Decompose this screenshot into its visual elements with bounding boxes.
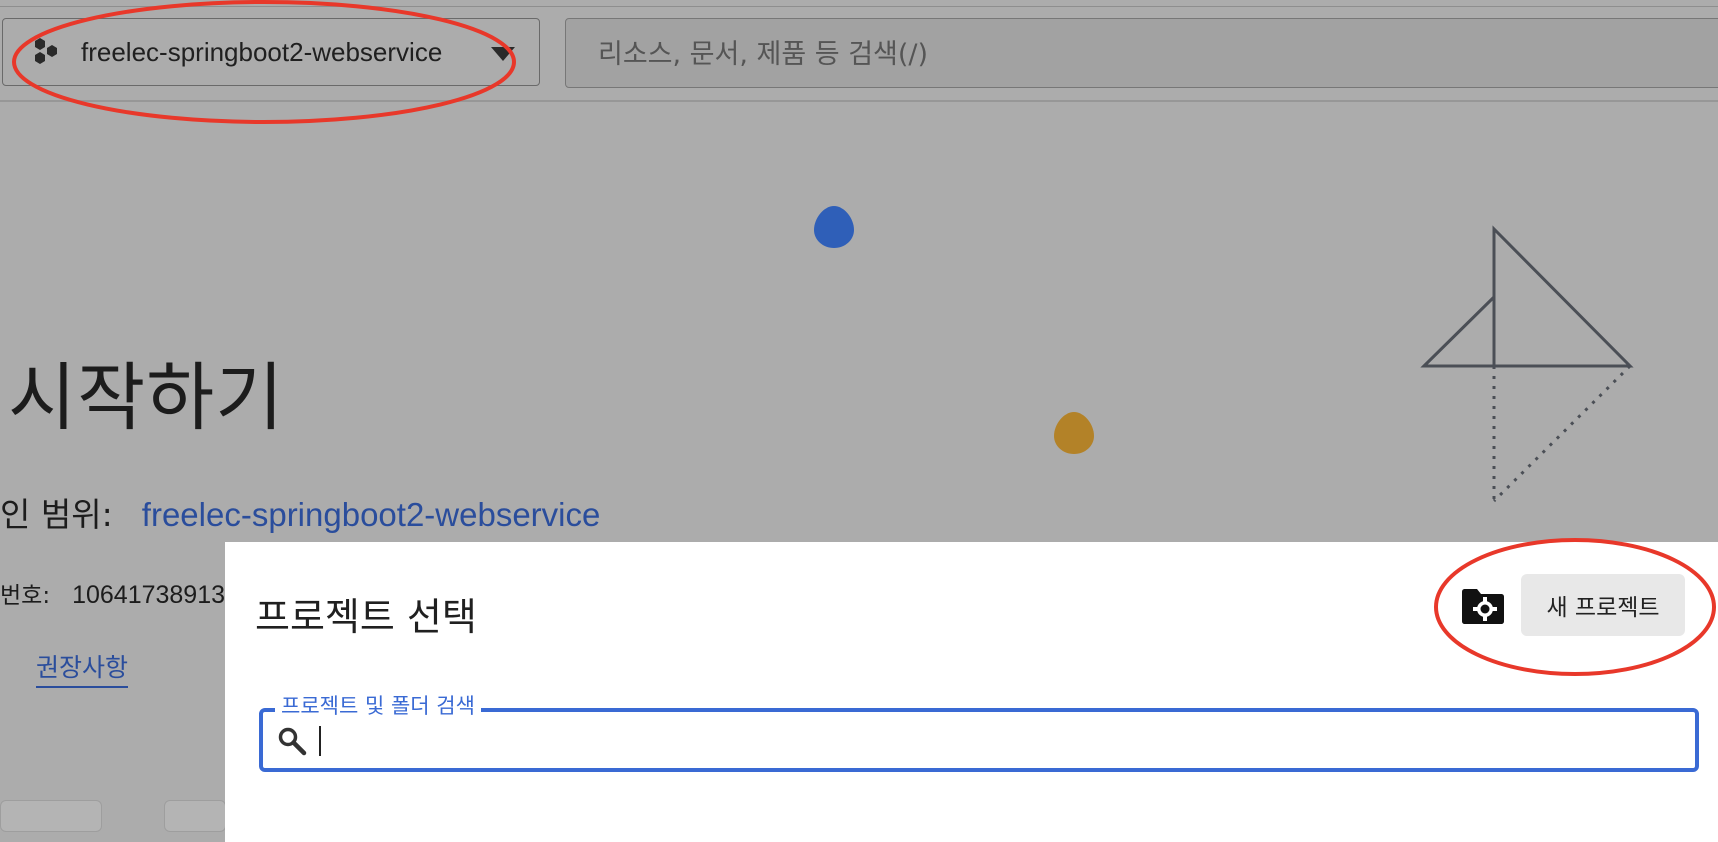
dialog-title: 프로젝트 선택 xyxy=(255,595,477,639)
page-title: 시작하기 xyxy=(8,355,285,441)
new-project-button[interactable]: 새 프로젝트 xyxy=(1521,574,1685,636)
project-folder-search-input[interactable] xyxy=(317,720,1681,762)
project-picker-button[interactable]: freelec-springboot2-webservice xyxy=(2,18,540,86)
project-name: freelec-springboot2-webservice xyxy=(81,37,443,67)
scope-project-link[interactable]: freelec-springboot2-webservice xyxy=(142,496,601,533)
geometric-line-decoration xyxy=(1420,225,1634,503)
magnifier-icon xyxy=(278,727,307,756)
blue-blob-decoration xyxy=(814,206,854,248)
bottom-card-left xyxy=(0,800,102,832)
folder-gear-icon[interactable] xyxy=(1459,584,1507,628)
text-cursor xyxy=(319,726,321,756)
recommendations-link[interactable]: 권장사항 xyxy=(36,648,129,688)
global-search-bar[interactable] xyxy=(565,18,1718,88)
gold-blob-decoration xyxy=(1054,412,1094,454)
project-number-label: 번호: xyxy=(0,583,51,609)
search-field-label: 프로젝트 및 폴더 검색 xyxy=(275,690,481,720)
project-number-row: 번호: 10641738913 xyxy=(0,576,225,610)
scope-label: 인 범위: xyxy=(0,495,113,534)
hexagon-cluster-icon xyxy=(35,38,57,64)
topbar-divider-bottom xyxy=(0,100,1718,102)
project-number-value: 10641738913 xyxy=(72,581,226,609)
bottom-card-right xyxy=(164,800,226,832)
global-search-input[interactable] xyxy=(596,33,1600,75)
project-scope-row: 인 범위: freelec-springboot2-webservice xyxy=(0,488,600,536)
project-folder-search-field[interactable]: 프로젝트 및 폴더 검색 xyxy=(259,690,1699,772)
topbar-divider-top xyxy=(0,6,1718,7)
project-select-dialog: 프로젝트 선택 새 프로젝트 프로젝트 및 폴더 검색 xyxy=(225,542,1718,842)
caret-down-icon[interactable] xyxy=(491,47,515,61)
